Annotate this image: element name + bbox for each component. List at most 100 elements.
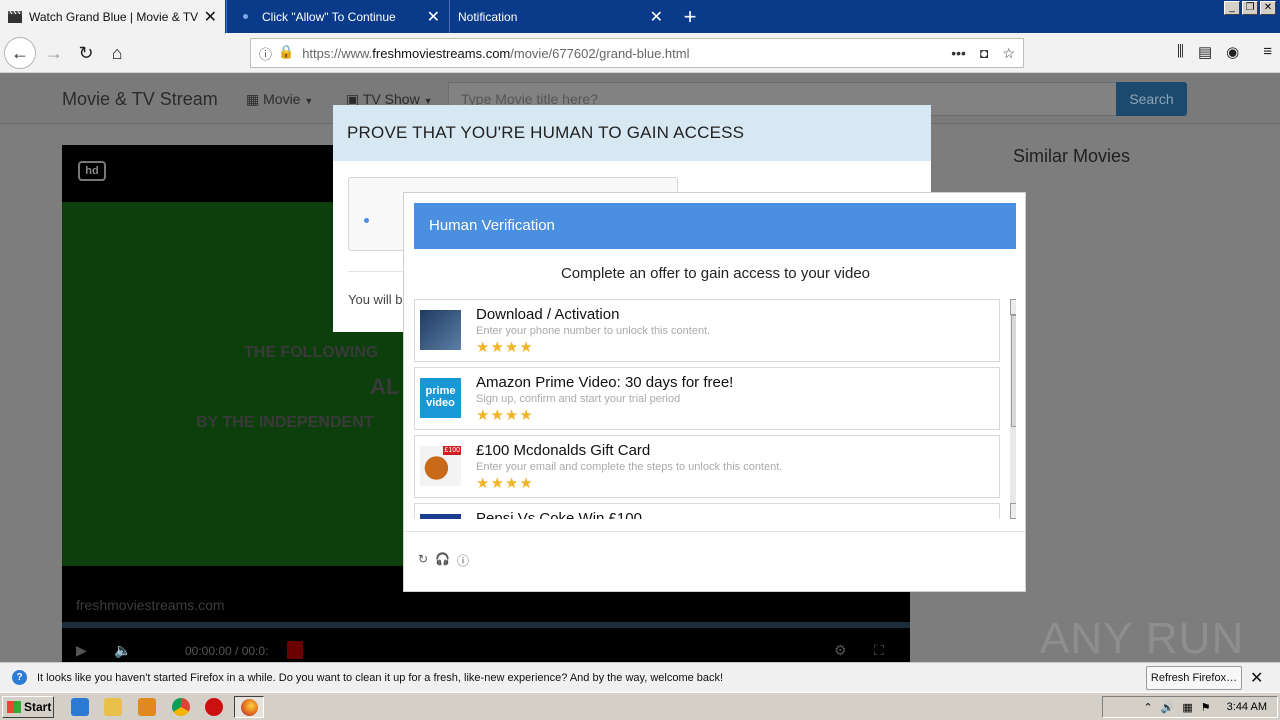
site-brand[interactable]: Movie & TV Stream <box>62 89 218 110</box>
url-prefix: https://www. <box>302 45 373 61</box>
loading-dot-icon <box>243 14 248 19</box>
captcha-spinner-icon <box>364 218 369 223</box>
human-verification-modal: Human Verification Complete an offer to … <box>403 192 1026 592</box>
offer-item[interactable]: Pepsi Vs Coke Win £100 <box>414 503 1000 519</box>
verification-subtitle: Complete an offer to gain access to your… <box>560 265 871 282</box>
search-button[interactable]: Search <box>1116 82 1187 116</box>
play-icon[interactable]: ▶ <box>76 642 87 659</box>
firefox-task-button[interactable] <box>234 696 264 718</box>
tab-watch-grand-blue[interactable]: Watch Grand Blue | Movie & TV Str ✕ <box>0 0 225 33</box>
windows-taskbar: Start ⌃ 🔊 ▦ ⚑ 3:44 AM <box>0 692 1280 720</box>
offer-item[interactable]: £100 £100 Mcdonalds Gift Card Enter your… <box>414 435 1000 498</box>
firefox-notification-bar: ? It looks like you haven't started Fire… <box>0 662 1280 692</box>
offer-item[interactable]: prime video Amazon Prime Video: 30 days f… <box>414 367 1000 430</box>
film-icon: ▦ <box>246 91 260 107</box>
offer-title: £100 Mcdonalds Gift Card <box>476 442 651 459</box>
sidebar-icon[interactable]: ▤ <box>1198 43 1212 61</box>
tray-arrow-icon[interactable]: ⌃ <box>1143 701 1152 714</box>
new-tab-button[interactable]: + <box>676 4 704 30</box>
video-text-line: AL <box>370 374 400 399</box>
scroll-thumb[interactable] <box>1011 315 1016 427</box>
mcdonalds-gift-image: £100 <box>420 446 461 486</box>
offer-list[interactable]: Download / Activation Enter your phone n… <box>414 299 1016 519</box>
access-modal-text: You will b <box>348 292 403 307</box>
nav-movie-label: Movie <box>263 91 301 107</box>
info-icon[interactable]: ⓘ <box>259 44 272 63</box>
network-icon[interactable]: ▦ <box>1182 701 1192 714</box>
video-text-line: THE FOLLOWING <box>244 344 379 361</box>
ie-icon[interactable] <box>71 698 89 716</box>
close-tab-icon[interactable]: ✕ <box>650 7 663 27</box>
reload-button[interactable]: ↻ <box>72 39 100 67</box>
url-text[interactable]: https://www.freshmoviestreams.com/movie/… <box>302 46 951 61</box>
forward-button[interactable]: → <box>40 39 68 67</box>
opera-icon[interactable] <box>205 698 223 716</box>
system-tray: ⌃ 🔊 ▦ ⚑ 3:44 AM <box>1102 696 1278 718</box>
clapper-icon <box>8 10 22 23</box>
windows-logo-icon <box>7 701 21 713</box>
bookmark-star-icon[interactable]: ☆ <box>1002 45 1015 62</box>
minimize-button[interactable]: _ <box>1224 1 1240 15</box>
notification-message: It looks like you haven't started Firefo… <box>37 671 724 684</box>
chrome-icon[interactable] <box>172 698 190 716</box>
url-bar[interactable]: ⓘ 🔒 https://www.freshmoviestreams.com/mo… <box>250 38 1024 68</box>
volume-tray-icon[interactable]: 🔊 <box>1161 701 1175 714</box>
library-icon[interactable]: ⫼ <box>1177 43 1184 61</box>
pocket-icon[interactable]: ◘ <box>980 45 988 62</box>
close-tab-icon[interactable]: ✕ <box>204 7 217 27</box>
hd-badge: hd <box>78 161 106 181</box>
download-offer-image <box>420 310 461 350</box>
time-marker <box>287 641 303 659</box>
gift-value-badge: £100 <box>443 446 461 455</box>
folder-icon[interactable] <box>104 698 122 716</box>
close-notification-icon[interactable]: ✕ <box>1250 668 1263 688</box>
similar-movies-title: Similar Movies <box>1013 146 1131 166</box>
back-button[interactable]: ← <box>4 37 36 69</box>
web-page: Movie & TV Stream ▦ Movie ▼ ▣ TV Show ▼ … <box>0 74 1280 662</box>
account-icon[interactable]: ◉ <box>1226 43 1239 61</box>
progress-bar[interactable] <box>62 622 910 628</box>
caret-down-icon: ▼ <box>304 96 314 106</box>
url-path: /movie/677602/grand-blue.html <box>510 45 690 61</box>
menu-icon[interactable]: ≡ <box>1263 43 1272 61</box>
tab-notification[interactable]: Notification ✕ <box>449 0 671 33</box>
refresh-icon[interactable]: ↻ <box>418 552 428 569</box>
firefox-icon <box>241 699 258 716</box>
offer-desc: Sign up, confirm and start your trial pe… <box>476 393 681 405</box>
tab-click-allow[interactable]: Click "Allow" To Continue ✕ <box>226 0 448 33</box>
offer-title: Pepsi Vs Coke Win £100 <box>476 510 642 519</box>
audio-headphones-icon[interactable]: 🎧 <box>435 552 450 569</box>
divider <box>404 531 1025 532</box>
offer-scrollbar[interactable]: ▲ ▼ <box>1010 299 1016 519</box>
video-text-line: BY THE INDEPENDENT <box>196 414 374 431</box>
volume-icon[interactable]: 🔈 <box>114 642 131 659</box>
more-actions-icon[interactable]: ••• <box>951 45 966 62</box>
offer-item[interactable]: Download / Activation Enter your phone n… <box>414 299 1000 362</box>
start-button[interactable]: Start <box>2 696 54 718</box>
offer-desc: Enter your phone number to unlock this c… <box>476 325 711 337</box>
offer-title: Download / Activation <box>476 306 620 323</box>
offer-rating: ★★★★ <box>476 407 534 424</box>
verification-title: Human Verification <box>414 203 1016 249</box>
nav-movie[interactable]: ▦ Movie ▼ <box>246 91 313 108</box>
help-icon: ? <box>12 670 27 685</box>
flag-icon[interactable]: ⚑ <box>1201 701 1211 714</box>
info-circle-icon[interactable]: ⓘ <box>457 552 469 569</box>
maximize-button[interactable]: ❐ <box>1242 1 1258 15</box>
close-window-button[interactable]: ✕ <box>1260 1 1276 15</box>
home-button[interactable]: ⌂ <box>103 39 131 67</box>
video-watermark: freshmoviestreams.com <box>76 597 225 613</box>
start-label: Start <box>24 700 52 714</box>
tab-title: Notification <box>458 9 518 24</box>
refresh-firefox-button[interactable]: Refresh Firefox… <box>1146 666 1242 690</box>
scroll-down-button[interactable]: ▼ <box>1010 503 1016 519</box>
media-player-icon[interactable] <box>138 698 156 716</box>
fullscreen-icon[interactable]: ⛶ <box>874 642 884 659</box>
access-modal-title: PROVE THAT YOU'RE HUMAN TO GAIN ACCESS <box>333 105 931 161</box>
tab-bar: Watch Grand Blue | Movie & TV Str ✕ Clic… <box>0 0 1280 33</box>
time-display: 00:00:00 / 00:0: <box>185 644 269 658</box>
close-tab-icon[interactable]: ✕ <box>427 7 440 27</box>
lock-warning-icon[interactable]: 🔒 <box>278 44 294 63</box>
scroll-up-button[interactable]: ▲ <box>1010 299 1016 315</box>
settings-gear-icon[interactable]: ⚙ <box>834 642 847 659</box>
